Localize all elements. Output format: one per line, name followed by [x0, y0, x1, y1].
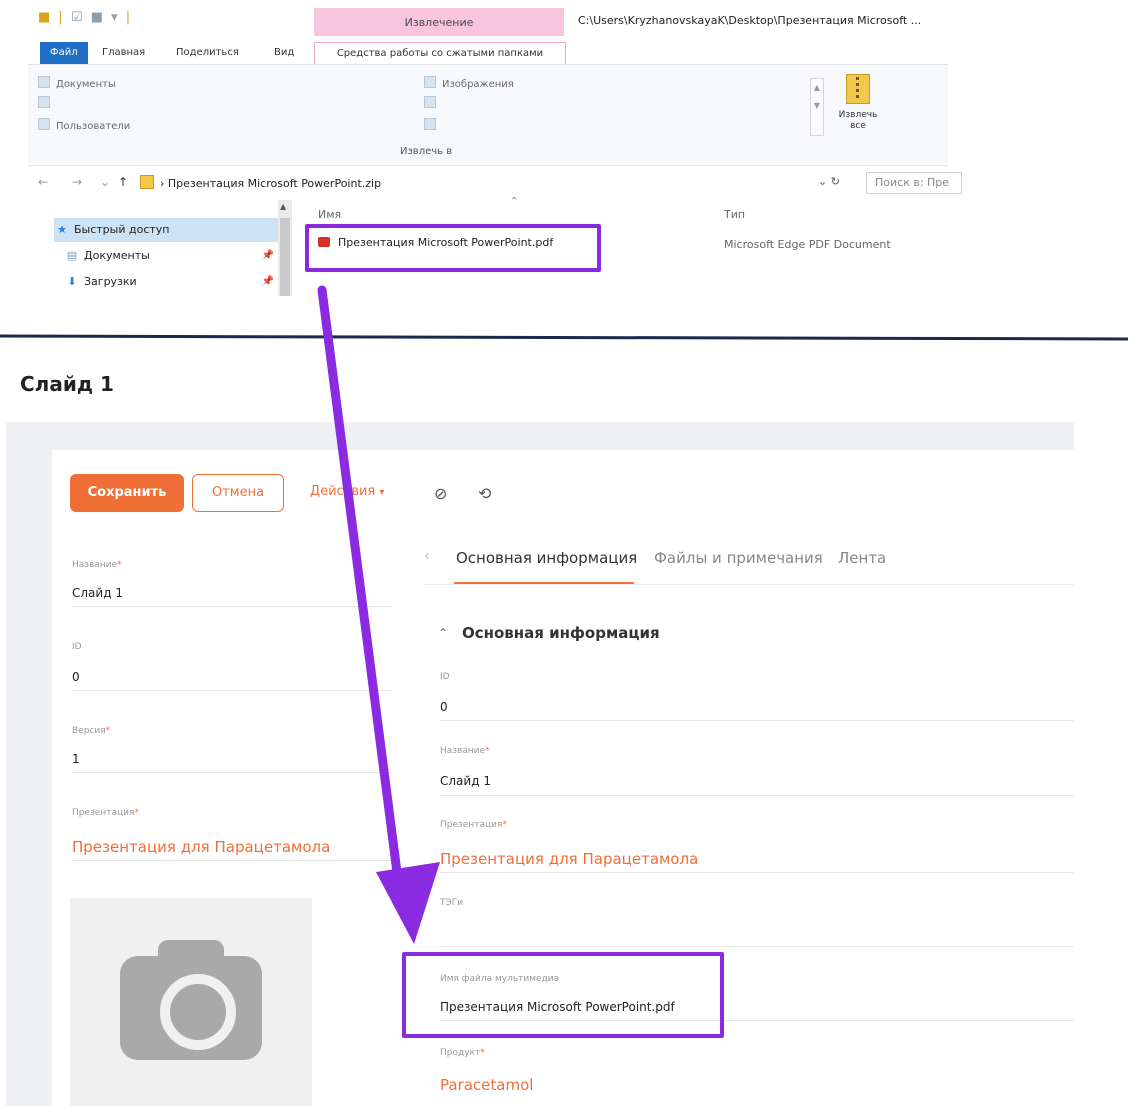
highlight-box-media-field — [402, 952, 724, 1038]
tabs-scroll-left-icon[interactable]: ‹ — [424, 548, 430, 564]
field-underline — [440, 720, 1074, 721]
folder-icon — [424, 96, 436, 108]
extract-to-group-label: Извлечь в — [400, 146, 453, 157]
save-button[interactable]: Сохранить — [70, 474, 184, 512]
ribbon-tab-share[interactable]: Поделиться — [170, 42, 245, 64]
tag-icon[interactable]: ⊘ — [434, 484, 447, 503]
field-label-name: Название* — [72, 560, 122, 570]
ribbon-tab-compressed-tools[interactable]: Средства работы со сжатыми папками — [314, 42, 566, 65]
breadcrumb[interactable]: › Презентация Microsoft PowerPoint.zip — [140, 175, 381, 190]
field-label-id: ID — [440, 672, 450, 682]
field-value-presentation-link[interactable]: Презентация для Парацетамола — [440, 850, 698, 868]
back-arrow-icon[interactable]: ← — [38, 175, 48, 189]
download-icon: ⬇ — [67, 275, 77, 288]
sort-caret-icon: ⌃ — [510, 196, 519, 207]
location-users[interactable]: Пользователи — [38, 118, 130, 132]
chevron-down-icon: ▾ — [379, 487, 385, 498]
pin-icon: 📌 — [261, 276, 274, 287]
field-underline — [72, 606, 392, 607]
tabs-divider — [424, 584, 1074, 585]
navigation-pane: ★ Быстрый доступ ▤ Документы 📌 ⬇ Загрузки 📌 — [54, 200, 280, 296]
folder-icon — [424, 118, 436, 130]
search-input[interactable]: Поиск в: Пре — [866, 172, 962, 194]
location-images[interactable]: Изображения — [424, 76, 514, 90]
address-bar: ← → ⌄ ↑ › Презентация Microsoft PowerPoi… — [28, 172, 962, 194]
folder-icon — [38, 118, 50, 130]
field-value-version[interactable]: 1 — [72, 752, 80, 766]
column-header-type[interactable]: Тип — [724, 208, 745, 221]
field-value-name[interactable]: Слайд 1 — [440, 774, 491, 788]
field-value-presentation-link[interactable]: Презентация для Парацетамола — [72, 838, 330, 856]
ribbon-gallery-scroll[interactable]: ▲ ▼ — [810, 78, 824, 136]
field-value-id[interactable]: 0 — [440, 700, 448, 714]
field-value-product-link[interactable]: Paracetamol — [440, 1076, 533, 1094]
sync-icon[interactable]: ⟲ — [478, 484, 491, 503]
photo-placeholder[interactable] — [70, 898, 312, 1106]
field-label-version: Версия* — [72, 726, 111, 736]
scrollbar-thumb[interactable] — [280, 218, 290, 296]
window-title-path: C:\Users\KryzhanovskayaK\Desktop\Презент… — [578, 14, 922, 27]
highlight-box-file — [305, 224, 601, 272]
nav-scrollbar[interactable]: ▲ — [278, 200, 292, 296]
collapse-caret-icon[interactable]: ⌃ — [438, 626, 448, 640]
folder-icon — [140, 175, 154, 189]
refresh-controls[interactable]: ⌄ ↻ — [818, 175, 840, 188]
location-documents[interactable]: Документы — [38, 76, 116, 90]
column-header-name[interactable]: Имя — [318, 208, 341, 221]
field-underline — [72, 690, 392, 691]
location-blank-1[interactable] — [38, 96, 56, 110]
field-label-product: Продукт* — [440, 1048, 485, 1058]
nav-quick-access[interactable]: ★ Быстрый доступ — [54, 218, 280, 242]
field-label-id: ID — [72, 642, 82, 652]
folder-icon — [38, 76, 50, 88]
tab-main-info[interactable]: Основная информация — [456, 549, 637, 567]
camera-icon — [120, 940, 262, 1060]
actions-dropdown[interactable]: Действия ▾ — [310, 484, 384, 499]
quick-access-toolbar[interactable]: ■ | ☑ ■ ▾ | — [38, 10, 132, 25]
field-underline — [72, 860, 392, 861]
up-arrow-icon[interactable]: ↑ — [118, 175, 128, 189]
ribbon-tab-file[interactable]: Файл — [40, 42, 88, 64]
field-label-name: Название* — [440, 746, 490, 756]
field-label-presentation: Презентация* — [440, 820, 507, 830]
active-tab-indicator — [454, 582, 634, 584]
field-underline — [440, 795, 1074, 796]
scroll-up-icon: ▲ — [280, 202, 287, 211]
extract-all-button[interactable]: Извлечь все — [834, 74, 882, 132]
field-value-id[interactable]: 0 — [72, 670, 80, 684]
file-explorer-window: ■ | ☑ ■ ▾ | Извлечение C:\Users\Kryzhano… — [28, 0, 962, 300]
page-title: Слайд 1 — [20, 372, 114, 396]
field-underline — [440, 946, 1074, 947]
field-label-tags: ТЭГи — [440, 898, 464, 908]
field-underline — [72, 772, 392, 773]
pin-icon: 📌 — [261, 250, 274, 261]
field-label-presentation: Презентация* — [72, 808, 139, 818]
context-tab-header: Извлечение — [314, 8, 564, 36]
section-title: Основная информация — [462, 624, 660, 642]
nav-downloads[interactable]: ⬇ Загрузки 📌 — [54, 270, 280, 294]
field-value-name[interactable]: Слайд 1 — [72, 586, 123, 600]
nav-documents[interactable]: ▤ Документы 📌 — [54, 244, 280, 268]
zip-folder-icon — [846, 74, 870, 104]
divider-line — [0, 334, 1128, 341]
location-blank-3[interactable] — [424, 118, 442, 132]
cancel-button[interactable]: Отмена — [192, 474, 284, 512]
tab-files-notes[interactable]: Файлы и примечания — [654, 549, 823, 567]
star-icon: ★ — [57, 223, 67, 236]
document-icon: ▤ — [66, 249, 78, 262]
location-blank-2[interactable] — [424, 96, 442, 110]
folder-icon — [38, 96, 50, 108]
image-folder-icon — [424, 76, 436, 88]
field-underline — [440, 872, 1074, 873]
ribbon-tab-view[interactable]: Вид — [268, 42, 300, 64]
file-type: Microsoft Edge PDF Document — [724, 238, 891, 251]
forward-arrow-icon[interactable]: → — [72, 175, 82, 189]
tab-feed[interactable]: Лента — [838, 549, 886, 567]
ribbon-tab-home[interactable]: Главная — [96, 42, 151, 64]
history-chevron-icon[interactable]: ⌄ — [100, 175, 110, 189]
